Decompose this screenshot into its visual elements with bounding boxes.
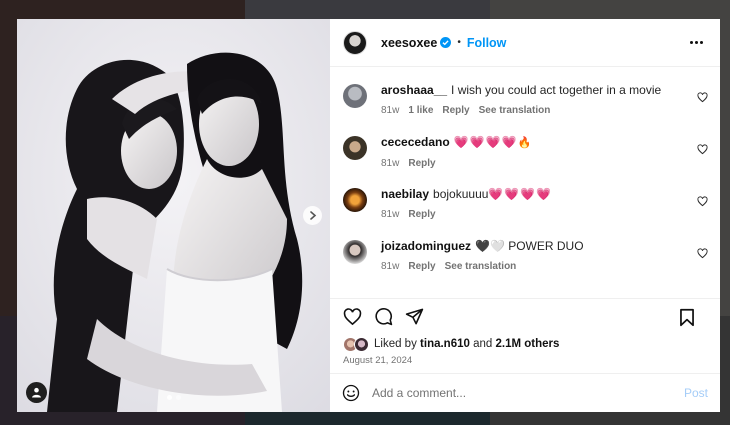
commenter-username[interactable]: naebilay bbox=[381, 187, 429, 201]
comments-list: aroshaaa__ I wish you could act together … bbox=[330, 67, 720, 298]
reply-button[interactable]: Reply bbox=[408, 158, 435, 169]
comment-item: naebilay bojokuuuu💗💗💗💗 81w Reply bbox=[343, 187, 708, 220]
carousel-dot bbox=[167, 395, 172, 400]
commenter-avatar[interactable] bbox=[343, 240, 367, 264]
carousel-dot bbox=[176, 395, 181, 400]
more-dot bbox=[695, 41, 698, 44]
comment-time[interactable]: 81w bbox=[381, 105, 399, 116]
commenter-avatar[interactable] bbox=[343, 84, 367, 108]
author-username[interactable]: xeesoxee bbox=[381, 36, 437, 50]
comment-item: aroshaaa__ I wish you could act together … bbox=[343, 83, 708, 116]
post-details: xeesoxee • Follow aroshaaa__ I wish you c… bbox=[330, 19, 720, 412]
header-separator: • bbox=[457, 37, 461, 48]
see-translation-button[interactable]: See translation bbox=[445, 261, 517, 272]
like-comment-heart-icon[interactable] bbox=[697, 144, 708, 155]
comment-bubble-icon bbox=[374, 308, 392, 326]
share-button[interactable] bbox=[404, 307, 424, 327]
bookmark-icon bbox=[680, 308, 694, 326]
reply-button[interactable]: Reply bbox=[408, 261, 435, 272]
comment-body: aroshaaa__ I wish you could act together … bbox=[381, 83, 708, 116]
carousel-next-button[interactable] bbox=[303, 206, 322, 225]
post-date[interactable]: August 21, 2024 bbox=[330, 355, 720, 373]
comment-button[interactable] bbox=[373, 307, 393, 327]
author-avatar[interactable] bbox=[343, 30, 367, 55]
person-icon bbox=[32, 387, 41, 398]
comment-time[interactable]: 81w bbox=[381, 261, 399, 272]
post-header: xeesoxee • Follow bbox=[330, 19, 720, 67]
chevron-right-icon bbox=[309, 211, 316, 220]
comment-time[interactable]: 81w bbox=[381, 209, 399, 220]
likes-prefix: Liked by bbox=[374, 338, 417, 350]
heart-icon bbox=[343, 307, 361, 325]
commenter-avatar[interactable] bbox=[343, 136, 367, 160]
comment-likes[interactable]: 1 like bbox=[408, 105, 433, 116]
comment-body: joizadominguez 🖤🤍 POWER DUO 81w Reply See… bbox=[381, 239, 708, 272]
comment-emoji: 💗💗💗💗 bbox=[453, 135, 518, 149]
commenter-username[interactable]: aroshaaa__ bbox=[381, 83, 447, 97]
comment-text: bojokuuuu bbox=[433, 187, 489, 201]
comment-text: 🖤🤍 POWER DUO bbox=[475, 239, 584, 253]
verified-badge-icon bbox=[440, 37, 452, 48]
liker-username[interactable]: tina.n610 bbox=[420, 338, 470, 350]
see-translation-button[interactable]: See translation bbox=[479, 105, 551, 116]
carousel-indicator bbox=[167, 395, 181, 400]
comment-body: cececedano 💗💗💗💗🔥 81w Reply bbox=[381, 135, 708, 169]
reply-button[interactable]: Reply bbox=[408, 209, 435, 220]
liker-avatars bbox=[343, 336, 369, 352]
reply-button[interactable]: Reply bbox=[442, 105, 469, 116]
more-options-button[interactable] bbox=[686, 37, 707, 48]
post-comment-button[interactable]: Post bbox=[684, 386, 708, 400]
tagged-users-button[interactable] bbox=[26, 382, 47, 403]
comment-time[interactable]: 81w bbox=[381, 158, 399, 169]
like-comment-heart-icon[interactable] bbox=[697, 196, 708, 207]
comment-emoji: 🔥 bbox=[517, 137, 532, 149]
more-dot bbox=[690, 41, 693, 44]
post-modal: xeesoxee • Follow aroshaaa__ I wish you c… bbox=[17, 19, 720, 412]
comment-body: naebilay bojokuuuu💗💗💗💗 81w Reply bbox=[381, 187, 708, 220]
comment-item: joizadominguez 🖤🤍 POWER DUO 81w Reply See… bbox=[343, 239, 708, 272]
likes-summary: Liked by tina.n610 and 2.1M others bbox=[330, 334, 720, 354]
commenter-username[interactable]: cececedano bbox=[381, 135, 450, 149]
likes-count[interactable]: 2.1M others bbox=[496, 338, 560, 350]
post-actions bbox=[330, 298, 720, 334]
like-button[interactable] bbox=[342, 307, 362, 327]
like-comment-heart-icon[interactable] bbox=[697, 92, 708, 103]
commenter-username[interactable]: joizadominguez bbox=[381, 239, 471, 253]
emoji-icon[interactable] bbox=[342, 384, 360, 402]
likes-and: and bbox=[473, 338, 493, 350]
post-photo bbox=[17, 19, 330, 412]
comment-text: I wish you could act together in a movie bbox=[451, 83, 662, 97]
liker-avatar[interactable] bbox=[354, 336, 369, 352]
comment-input[interactable] bbox=[372, 386, 684, 400]
follow-button[interactable]: Follow bbox=[467, 36, 507, 50]
photo-illustration bbox=[17, 19, 330, 412]
more-dot bbox=[700, 41, 703, 44]
save-button[interactable] bbox=[677, 307, 697, 327]
paper-plane-icon bbox=[405, 308, 423, 325]
commenter-avatar[interactable] bbox=[343, 188, 367, 212]
add-comment-bar: Post bbox=[330, 373, 720, 412]
comment-emoji: 💗💗💗💗 bbox=[488, 187, 553, 201]
like-comment-heart-icon[interactable] bbox=[697, 248, 708, 259]
comment-item: cececedano 💗💗💗💗🔥 81w Reply bbox=[343, 135, 708, 169]
